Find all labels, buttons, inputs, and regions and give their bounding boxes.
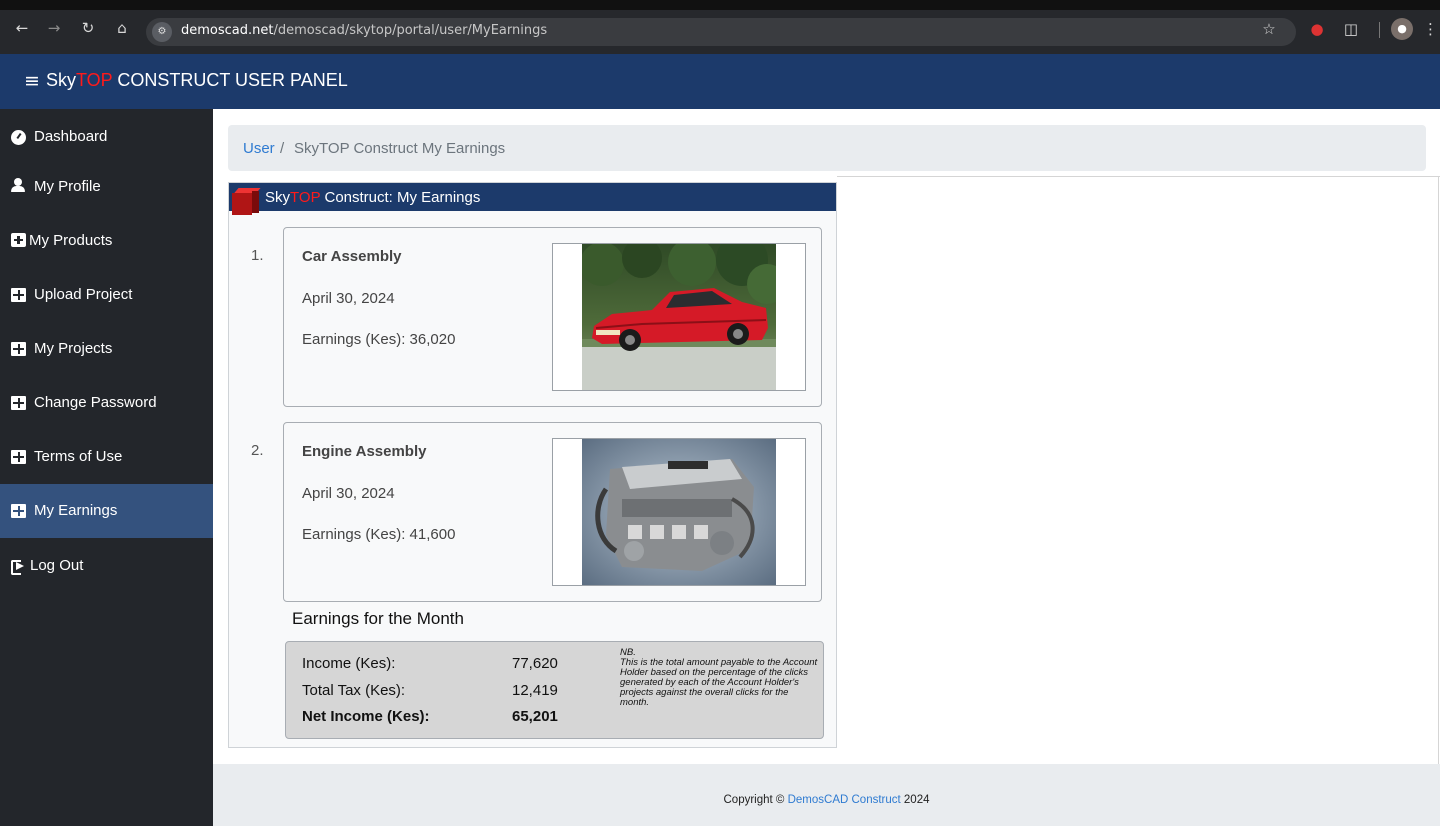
table-icon (11, 504, 26, 518)
project-image-frame (552, 438, 806, 586)
table-icon (11, 450, 26, 464)
engine-image (582, 439, 776, 585)
browser-tabstrip (0, 0, 1440, 10)
card-header: SkyTOP Construct: My Earnings (229, 183, 836, 215)
breadcrumb-current: SkyTOP Construct My Earnings (294, 140, 506, 157)
plus-square-icon (11, 233, 26, 247)
breadcrumb: User / SkyTOP Construct My Earnings (228, 125, 1426, 171)
sidebar-item-upload-project[interactable]: Upload Project (0, 267, 213, 321)
tax-label: Total Tax (Kes): (302, 682, 406, 699)
profile-avatar-icon[interactable]: ● (1391, 18, 1413, 40)
home-icon[interactable]: ⌂ (112, 18, 132, 38)
project-name: Car Assembly (302, 248, 402, 265)
project-earnings: Earnings (Kes): 41,600 (302, 526, 456, 543)
project-card-engine-assembly: Engine Assembly April 30, 2024 Earnings … (283, 422, 822, 602)
breadcrumb-separator: / (280, 140, 285, 157)
reload-icon[interactable]: ↻ (78, 18, 98, 38)
project-name: Engine Assembly (302, 443, 427, 460)
footer: Copyright © DemosCAD Construct 2024 (213, 764, 1440, 826)
site-info-icon[interactable]: ⚙ (152, 22, 172, 42)
net-income-value: 65,201 (512, 708, 558, 725)
content-right-border (1438, 176, 1439, 766)
browser-toolbar: ← → ↻ ⌂ ⚙ demoscad.net/demoscad/skytop/p… (0, 0, 1440, 54)
net-income-label: Net Income (Kes): (302, 708, 430, 725)
project-earnings: Earnings (Kes): 36,020 (302, 331, 456, 348)
breadcrumb-user-link[interactable]: User (243, 140, 275, 157)
toolbar-separator (1379, 22, 1380, 38)
project-card-car-assembly: Car Assembly April 30, 2024 Earnings (Ke… (283, 227, 822, 407)
back-icon[interactable]: ← (12, 18, 32, 38)
project-image-frame (552, 243, 806, 391)
car-image (582, 244, 776, 390)
sidebar: Dashboard My Profile My Products Upload … (0, 109, 213, 826)
income-label: Income (Kes): (302, 655, 396, 672)
bookmark-star-icon[interactable]: ☆ (1258, 18, 1280, 40)
sidebar-item-terms-of-use[interactable]: Terms of Use (0, 429, 213, 483)
app-header: ≡ SkyTOP CONSTRUCT USER PANEL (0, 54, 1440, 109)
dashboard-icon (11, 130, 26, 145)
copyright-text: Copyright © DemosCAD Construct 2024 (723, 794, 930, 806)
project-index: 2. (251, 442, 264, 459)
user-icon (11, 178, 26, 192)
extensions-puzzle-icon[interactable]: ◫ (1340, 18, 1362, 40)
hamburger-menu-icon[interactable]: ≡ (24, 72, 40, 91)
sidebar-item-my-earnings[interactable]: My Earnings (0, 484, 213, 538)
project-index: 1. (251, 247, 264, 264)
sidebar-item-change-password[interactable]: Change Password (0, 375, 213, 429)
address-url[interactable]: demoscad.net/demoscad/skytop/portal/user… (181, 23, 547, 38)
summary-title: Earnings for the Month (292, 609, 464, 628)
table-icon (11, 342, 26, 356)
content-divider (837, 176, 1440, 177)
table-icon (11, 288, 26, 302)
footer-link[interactable]: DemosCAD Construct (788, 794, 901, 806)
browser-menu-icon[interactable]: ⋮ (1423, 18, 1438, 40)
card-title: SkyTOP Construct: My Earnings (265, 189, 481, 206)
sidebar-item-log-out[interactable]: Log Out (0, 538, 213, 592)
earnings-card: SkyTOP Construct: My Earnings 1. Car Ass… (228, 182, 837, 748)
sidebar-item-my-projects[interactable]: My Projects (0, 321, 213, 375)
cube-logo-icon (232, 188, 261, 215)
earnings-note: NB. This is the total amount payable to … (620, 647, 818, 708)
address-bar[interactable]: ⚙ demoscad.net/demoscad/skytop/portal/us… (146, 18, 1296, 46)
forward-icon[interactable]: → (44, 18, 64, 38)
sidebar-item-my-profile[interactable]: My Profile (0, 159, 213, 213)
project-date: April 30, 2024 (302, 485, 395, 502)
table-icon (11, 396, 26, 410)
brand-title[interactable]: SkyTOP CONSTRUCT USER PANEL (46, 70, 348, 91)
income-value: 77,620 (512, 655, 558, 672)
sidebar-item-my-products[interactable]: My Products (0, 213, 213, 267)
sidebar-item-dashboard[interactable]: Dashboard (0, 109, 213, 163)
extension-icon[interactable]: ● (1306, 18, 1328, 40)
sign-out-icon (11, 559, 26, 575)
tax-value: 12,419 (512, 682, 558, 699)
earnings-summary: Income (Kes): 77,620 Total Tax (Kes): 12… (285, 641, 824, 739)
project-date: April 30, 2024 (302, 290, 395, 307)
